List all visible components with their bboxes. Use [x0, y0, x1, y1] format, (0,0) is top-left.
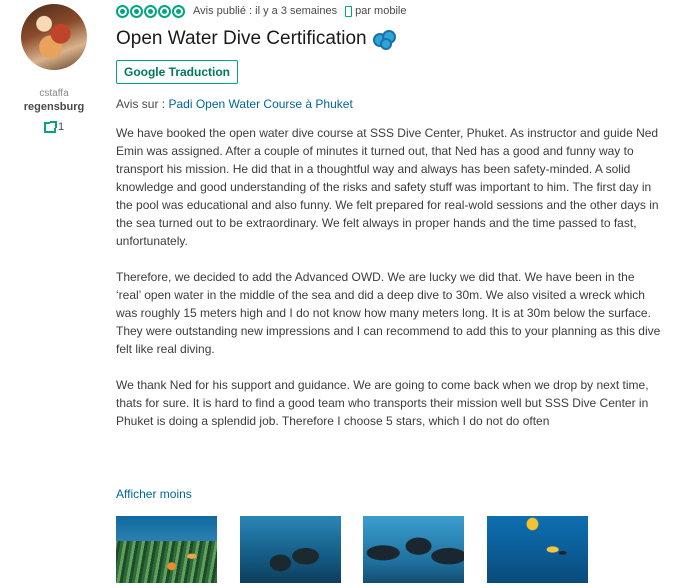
contribution-count: 1 [44, 120, 65, 133]
rating-bubble-icon [158, 4, 171, 18]
reviewer-location: regensburg [23, 101, 85, 113]
avis-sur-label: Avis sur : [116, 97, 166, 111]
review-title-text[interactable]: Open Water Dive Certification [116, 28, 367, 50]
review-photo-thumbnail[interactable] [363, 516, 464, 583]
rating-bubble-icon [172, 4, 185, 18]
reviewed-item: Avis sur : Padi Open Water Course à Phuk… [116, 97, 353, 111]
rating-row: Avis publié : il y a 3 semaines par mobi… [116, 4, 406, 18]
posted-via: par mobile [355, 5, 407, 17]
reviewer-username[interactable]: cstaffa [0, 88, 108, 99]
rating-bubble-icon [144, 4, 157, 18]
review-count-icon [44, 120, 57, 133]
rating-bubble-icon [130, 4, 143, 18]
reviewer-avatar[interactable] [21, 4, 87, 70]
show-less-link[interactable]: Afficher moins [116, 487, 192, 501]
published-date: Avis publié : il y a 3 semaines [193, 5, 338, 17]
product-link[interactable]: Padi Open Water Course à Phuket [168, 97, 352, 111]
review-photo-thumbnail[interactable] [116, 516, 217, 583]
review-photo-thumbnail[interactable] [240, 516, 341, 583]
contribution-count-value: 1 [58, 121, 65, 133]
review-photo-thumbnail[interactable] [487, 516, 588, 583]
review-body: We have booked the open water dive cours… [116, 124, 661, 448]
mobile-phone-icon [345, 5, 353, 17]
review-paragraph: Therefore, we decided to add the Advance… [116, 270, 661, 356]
review-paragraph: We have booked the open water dive cours… [116, 126, 659, 248]
dive-badge-icon [372, 30, 396, 50]
rating-bubble-icon [116, 4, 129, 18]
google-translate-button[interactable]: Google Traduction [116, 60, 238, 84]
review-paragraph: We thank Ned for his support and guidanc… [116, 378, 649, 428]
review-title[interactable]: Open Water Dive Certification [116, 28, 396, 50]
